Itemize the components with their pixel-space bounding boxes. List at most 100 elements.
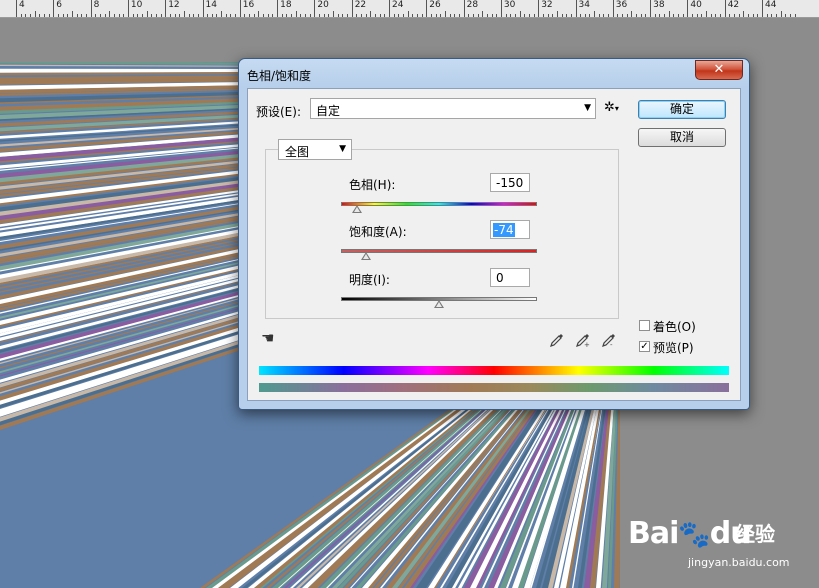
eyedropper-icon[interactable] xyxy=(549,332,565,352)
lightness-slider-thumb[interactable] xyxy=(434,300,444,308)
ruler-minor-tick xyxy=(43,14,45,17)
ruler-minor-tick xyxy=(295,11,297,17)
ruler-major-tick xyxy=(16,0,17,17)
ruler-minor-tick xyxy=(76,14,78,17)
ruler-minor-tick xyxy=(682,14,684,17)
ruler-minor-tick xyxy=(25,14,27,17)
ruler-number: 28 xyxy=(466,0,479,10)
dialog-titlebar[interactable]: 色相/饱和度 ✕ xyxy=(239,59,749,87)
horizontal-ruler: 4 6 8 10 12 14 16 18 20 22 24 26 28 30 32 34 36 38 40 42 44 xyxy=(0,0,819,18)
hue-slider-track[interactable] xyxy=(341,202,537,206)
cancel-button[interactable]: 取消 xyxy=(638,128,726,147)
saturation-label: 饱和度(A): xyxy=(349,225,407,239)
ruler-minor-tick xyxy=(412,14,414,17)
ruler-minor-tick xyxy=(384,14,386,17)
ruler-minor-tick xyxy=(99,14,101,17)
ruler-minor-tick xyxy=(491,14,493,17)
ruler-number: 42 xyxy=(727,0,740,10)
ruler-minor-tick xyxy=(132,14,134,17)
ruler-minor-tick xyxy=(286,14,288,17)
ruler-minor-tick xyxy=(720,14,722,17)
ruler-minor-tick xyxy=(482,11,484,17)
ruler-minor-tick xyxy=(85,14,87,17)
hue-input[interactable]: -150 xyxy=(490,173,530,192)
lightness-value: 0 xyxy=(496,271,504,285)
output-color-bar xyxy=(259,383,729,392)
ruler-major-tick xyxy=(426,0,428,17)
ruler-minor-tick xyxy=(365,14,367,17)
ruler-minor-tick xyxy=(342,14,344,17)
ruler-minor-tick xyxy=(323,14,325,17)
ruler-minor-tick xyxy=(113,14,115,17)
ruler-minor-tick xyxy=(81,14,83,17)
preset-select[interactable]: 自定 ▼ xyxy=(310,98,596,119)
ruler-minor-tick xyxy=(123,14,125,17)
ruler-major-tick xyxy=(239,0,241,17)
ruler-minor-tick xyxy=(160,14,162,17)
ruler-minor-tick xyxy=(34,11,36,17)
ruler-number: 22 xyxy=(354,0,367,10)
dialog-client: 预设(E): 自定 ▼ ✲▾ 确定 取消 全图 ▼ 色相(H): -150 饱和… xyxy=(247,88,741,401)
ruler-number: 38 xyxy=(653,0,665,10)
ruler-minor-tick xyxy=(146,11,148,17)
svg-text:-: - xyxy=(610,341,613,348)
ruler-minor-tick xyxy=(300,14,302,17)
ruler-minor-tick xyxy=(221,11,223,17)
ruler-minor-tick xyxy=(398,14,400,17)
colorize-checkbox[interactable] xyxy=(639,320,650,331)
ruler-minor-tick xyxy=(561,14,563,17)
ruler-major-tick xyxy=(127,0,129,17)
ruler-minor-tick xyxy=(188,14,190,17)
baidu-logo: Bai🐾du xyxy=(628,516,752,551)
ruler-minor-tick xyxy=(402,14,404,17)
lightness-input[interactable]: 0 xyxy=(490,268,530,287)
hue-saturation-dialog: 色相/饱和度 ✕ 预设(E): 自定 ▼ ✲▾ 确定 取消 全图 ▼ 色相(H)… xyxy=(238,58,750,410)
ruler-minor-tick xyxy=(62,14,64,17)
ruler-major-tick xyxy=(277,0,279,17)
ruler-number: 30 xyxy=(503,0,516,10)
ruler-minor-tick xyxy=(151,14,153,17)
ruler-minor-tick xyxy=(748,14,749,17)
chevron-down-icon: ▼ xyxy=(339,144,346,154)
close-button[interactable]: ✕ xyxy=(695,60,743,80)
ruler-minor-tick xyxy=(673,14,675,17)
ruler-minor-tick xyxy=(216,14,218,17)
ruler-minor-tick xyxy=(771,14,773,17)
colorize-label[interactable]: 着色(O) xyxy=(653,318,696,335)
ruler-major-tick xyxy=(165,0,167,17)
preview-label[interactable]: 预览(P) xyxy=(653,339,694,356)
ruler-minor-tick xyxy=(155,14,157,17)
ruler-minor-tick xyxy=(370,11,372,17)
ruler-minor-tick xyxy=(71,11,73,17)
ruler-minor-tick xyxy=(729,14,731,17)
ruler-minor-tick xyxy=(444,11,446,17)
preview-checkbox[interactable]: ✓ xyxy=(639,341,650,352)
ruler-minor-tick xyxy=(738,14,740,17)
ruler-minor-tick xyxy=(263,14,265,17)
ruler-minor-tick xyxy=(570,14,572,17)
adjustment-group xyxy=(265,149,619,319)
preset-label: 预设(E): xyxy=(256,105,301,119)
channel-select[interactable]: 全图 ▼ xyxy=(278,139,352,160)
saturation-input[interactable]: -74 xyxy=(490,220,530,239)
ruler-minor-tick xyxy=(449,14,451,17)
ruler-minor-tick xyxy=(486,14,488,17)
hue-value: -150 xyxy=(496,176,524,190)
channel-value: 全图 xyxy=(285,145,310,159)
ok-button[interactable]: 确定 xyxy=(638,100,726,119)
saturation-slider-thumb[interactable] xyxy=(361,252,372,260)
ruler-minor-tick xyxy=(757,14,759,17)
gear-icon[interactable]: ✲▾ xyxy=(604,100,619,115)
eyedropper-add-icon[interactable]: + xyxy=(575,332,591,352)
targeted-adjustment-hand-icon[interactable]: ☚ xyxy=(261,329,274,347)
hue-slider-thumb[interactable] xyxy=(352,205,363,213)
ruler-number: 16 xyxy=(242,0,255,10)
ruler-minor-tick xyxy=(533,14,535,17)
eyedropper-subtract-icon[interactable]: - xyxy=(601,332,617,352)
ruler-minor-tick xyxy=(696,14,698,17)
ruler-minor-tick xyxy=(361,14,363,17)
saturation-value: -74 xyxy=(493,223,515,237)
ruler-minor-tick xyxy=(524,14,526,17)
ruler-minor-tick xyxy=(678,14,680,17)
ruler-number: 6 xyxy=(56,0,63,10)
